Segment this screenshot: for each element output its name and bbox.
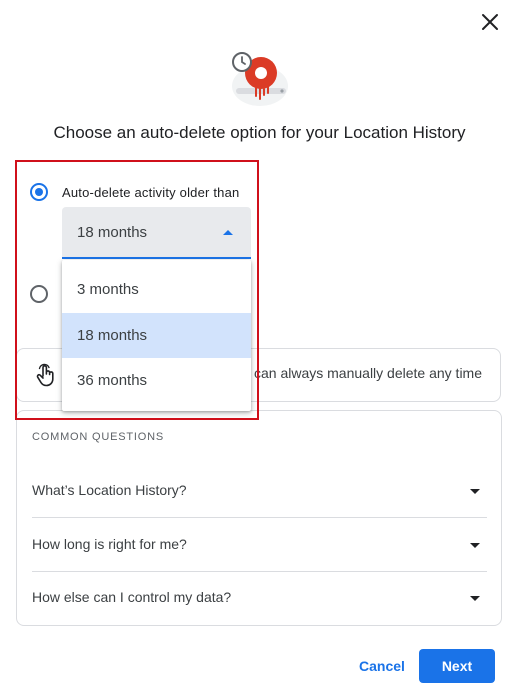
touch-hand-icon (35, 363, 57, 387)
auto-delete-dialog: Choose an auto-delete option for your Lo… (0, 0, 519, 700)
caret-up-icon (223, 230, 233, 235)
caret-down-icon (470, 489, 480, 494)
menu-item-3-months[interactable]: 3 months (62, 267, 251, 312)
auto-delete-option-label: Auto-delete activity older than (62, 185, 240, 200)
auto-delete-radio[interactable] (30, 183, 48, 201)
menu-item-36-months[interactable]: 36 months (62, 358, 251, 403)
duration-select[interactable]: 18 months (62, 207, 251, 259)
faq-item-how-long[interactable]: How long is right for me? (32, 518, 487, 571)
close-icon (482, 14, 498, 30)
keep-until-delete-radio[interactable] (30, 285, 48, 303)
menu-item-label: 3 months (77, 281, 139, 298)
common-questions-panel: COMMON QUESTIONS What’s Location History… (16, 410, 502, 626)
dialog-title: Choose an auto-delete option for your Lo… (53, 123, 466, 142)
close-button[interactable] (478, 10, 502, 34)
menu-item-label: 36 months (77, 372, 148, 389)
faq-question: How else can I control my data? (32, 589, 232, 605)
menu-item-label: 18 months (77, 327, 148, 344)
next-button[interactable]: Next (419, 649, 495, 683)
faq-question: How long is right for me? (32, 536, 187, 552)
common-questions-heading: COMMON QUESTIONS (32, 431, 164, 443)
duration-select-value: 18 months (77, 224, 148, 241)
auto-delete-clock-icon (228, 50, 292, 108)
menu-item-18-months[interactable]: 18 months (62, 313, 251, 358)
faq-item-location-history[interactable]: What’s Location History? (32, 464, 487, 517)
caret-down-icon (470, 543, 480, 548)
duration-menu: 3 months 18 months 36 months (62, 260, 251, 411)
faq-question: What’s Location History? (32, 482, 187, 498)
cancel-button[interactable]: Cancel (352, 649, 412, 683)
manual-delete-tip-text: can always manually delete any time (254, 365, 483, 381)
faq-item-control-data[interactable]: How else can I control my data? (32, 571, 487, 624)
caret-down-icon (470, 596, 480, 601)
